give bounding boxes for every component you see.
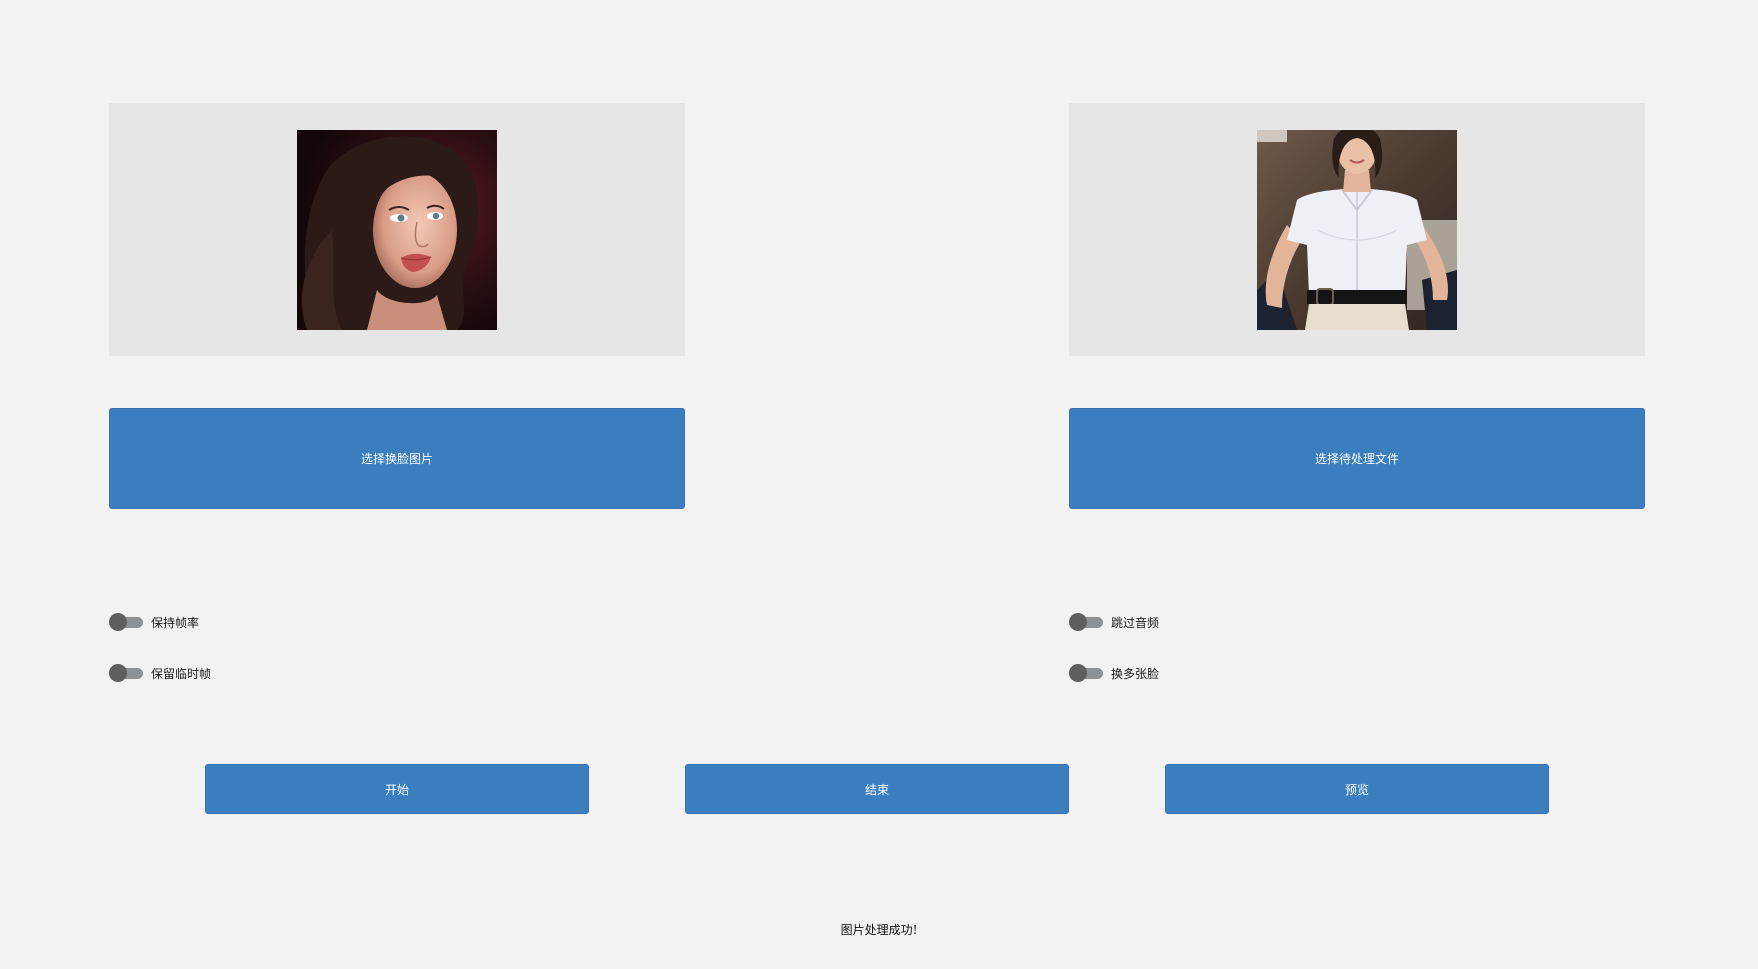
stop-button[interactable]: 结束 — [685, 764, 1069, 814]
target-file-image — [1257, 130, 1457, 330]
many-faces-label: 换多张脸 — [1111, 666, 1160, 681]
source-face-image — [297, 130, 497, 330]
select-face-image-button[interactable]: 选择换脸图片 — [109, 408, 685, 509]
stop-button-label: 结束 — [864, 782, 889, 797]
target-file-preview-panel — [1069, 103, 1645, 356]
preview-button-label: 预览 — [1344, 782, 1369, 797]
select-face-image-label: 选择换脸图片 — [360, 452, 433, 466]
target-person-image — [1257, 130, 1457, 330]
option-skip-audio: 跳过音频 — [1069, 612, 1159, 632]
switch-knob — [1069, 664, 1087, 682]
keep-fps-switch[interactable] — [109, 612, 143, 632]
keep-temp-frames-label: 保留临时帧 — [151, 666, 212, 681]
select-target-file-label: 选择待处理文件 — [1314, 452, 1399, 466]
status-message: 图片处理成功! — [840, 923, 918, 937]
preview-button[interactable]: 预览 — [1165, 764, 1549, 814]
app-window: 选择换脸图片 选择待处理文件 保持帧率 保留临时帧 跳过音频 换多张脸 开始 结… — [0, 0, 1758, 969]
skip-audio-switch[interactable] — [1069, 612, 1103, 632]
keep-temp-frames-switch[interactable] — [109, 663, 143, 683]
switch-knob — [109, 664, 127, 682]
switch-knob — [109, 613, 127, 631]
keep-fps-label: 保持帧率 — [151, 615, 200, 630]
face-portrait-image — [297, 130, 497, 330]
many-faces-switch[interactable] — [1069, 663, 1103, 683]
start-button[interactable]: 开始 — [205, 764, 589, 814]
skip-audio-label: 跳过音频 — [1111, 615, 1160, 630]
option-keep-fps: 保持帧率 — [109, 612, 199, 632]
start-button-label: 开始 — [384, 782, 409, 797]
option-many-faces: 换多张脸 — [1069, 663, 1159, 683]
switch-knob — [1069, 613, 1087, 631]
option-keep-temp-frames: 保留临时帧 — [109, 663, 211, 683]
select-target-file-button[interactable]: 选择待处理文件 — [1069, 408, 1645, 509]
source-face-preview-panel — [109, 103, 685, 356]
